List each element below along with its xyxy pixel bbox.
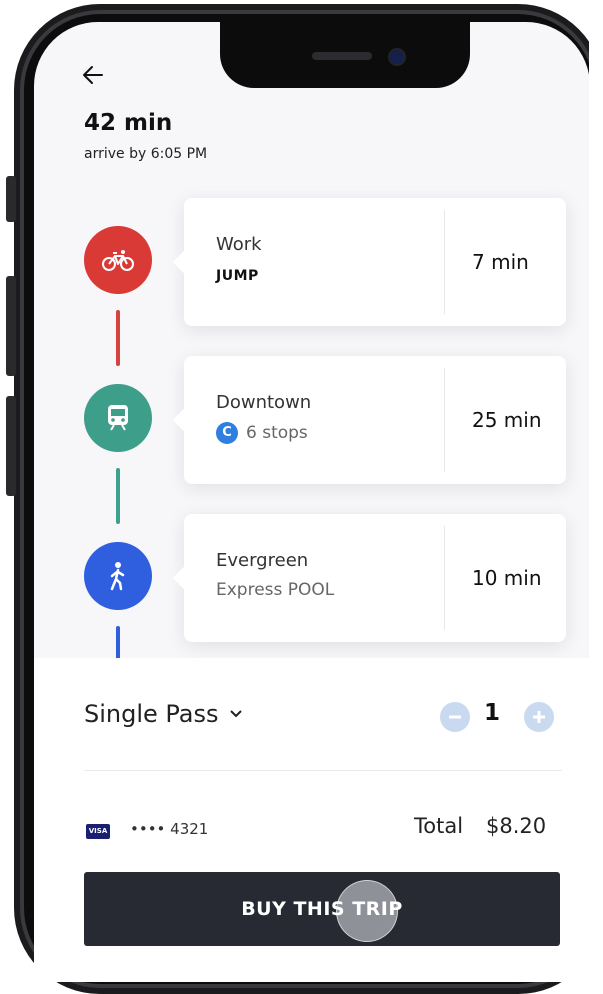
panel-divider bbox=[84, 770, 562, 771]
total-label: Total bbox=[414, 814, 464, 838]
trip-leg-card[interactable]: Work JUMP 7 min bbox=[184, 198, 566, 326]
front-camera bbox=[388, 48, 406, 66]
leg-divider bbox=[444, 210, 445, 314]
image-edge bbox=[589, 10, 603, 960]
buy-button-label: BUY THIS TRIP bbox=[241, 898, 403, 920]
pass-type-label: Single Pass bbox=[84, 700, 219, 728]
leg-details: C 6 stops bbox=[216, 422, 308, 444]
visa-card-icon: VISA bbox=[86, 824, 110, 839]
phone-notch bbox=[220, 22, 470, 88]
timeline-connector bbox=[116, 468, 120, 524]
bicycle-icon bbox=[102, 250, 134, 271]
train-icon bbox=[108, 405, 128, 431]
minus-icon bbox=[449, 715, 461, 719]
leg-divider bbox=[444, 526, 445, 630]
quantity-increment-button[interactable] bbox=[524, 702, 554, 732]
volume-down-button bbox=[6, 396, 16, 496]
walking-icon bbox=[110, 562, 125, 591]
leg-divider bbox=[444, 368, 445, 472]
quantity-value: 1 bbox=[484, 700, 501, 726]
route-badge: C bbox=[216, 422, 238, 444]
walk-mode-marker bbox=[84, 542, 152, 610]
leg-destination: Evergreen bbox=[216, 550, 309, 571]
payment-card-number[interactable]: •••• 4321 bbox=[130, 820, 208, 838]
plus-icon bbox=[533, 711, 545, 723]
leg-destination: Downtown bbox=[216, 392, 312, 413]
timeline-connector bbox=[116, 310, 120, 366]
leg-destination: Work bbox=[216, 234, 262, 255]
trip-leg-card[interactable]: Downtown C 6 stops 25 min bbox=[184, 356, 566, 484]
bike-mode-marker bbox=[84, 226, 152, 294]
arrow-left-icon bbox=[83, 66, 103, 84]
leg-service: Express POOL bbox=[216, 580, 335, 600]
leg-duration: 10 min bbox=[472, 566, 542, 590]
buy-trip-button[interactable]: BUY THIS TRIP bbox=[84, 872, 560, 946]
trip-leg-card[interactable]: Evergreen Express POOL 10 min bbox=[184, 514, 566, 642]
trip-duration: 42 min bbox=[84, 110, 173, 136]
purchase-panel: Single Pass 1 VISA •••• 4321 Total $8.20… bbox=[34, 658, 590, 982]
pass-type-dropdown[interactable]: Single Pass bbox=[84, 700, 243, 728]
quantity-decrement-button[interactable] bbox=[440, 702, 470, 732]
stop-count: 6 stops bbox=[246, 423, 308, 443]
leg-duration: 7 min bbox=[472, 250, 529, 274]
chevron-down-icon bbox=[229, 710, 242, 718]
leg-duration: 25 min bbox=[472, 408, 542, 432]
volume-up-button bbox=[6, 276, 16, 376]
speaker-grille bbox=[312, 52, 372, 60]
mute-switch bbox=[6, 176, 16, 222]
total-price: $8.20 bbox=[486, 814, 547, 838]
leg-provider: JUMP bbox=[216, 268, 259, 284]
arrival-time: arrive by 6:05 PM bbox=[84, 146, 208, 162]
app-screen: 42 min arrive by 6:05 PM Work JUMP 7 min… bbox=[34, 22, 590, 982]
back-button[interactable] bbox=[80, 62, 112, 94]
transit-mode-marker bbox=[84, 384, 152, 452]
